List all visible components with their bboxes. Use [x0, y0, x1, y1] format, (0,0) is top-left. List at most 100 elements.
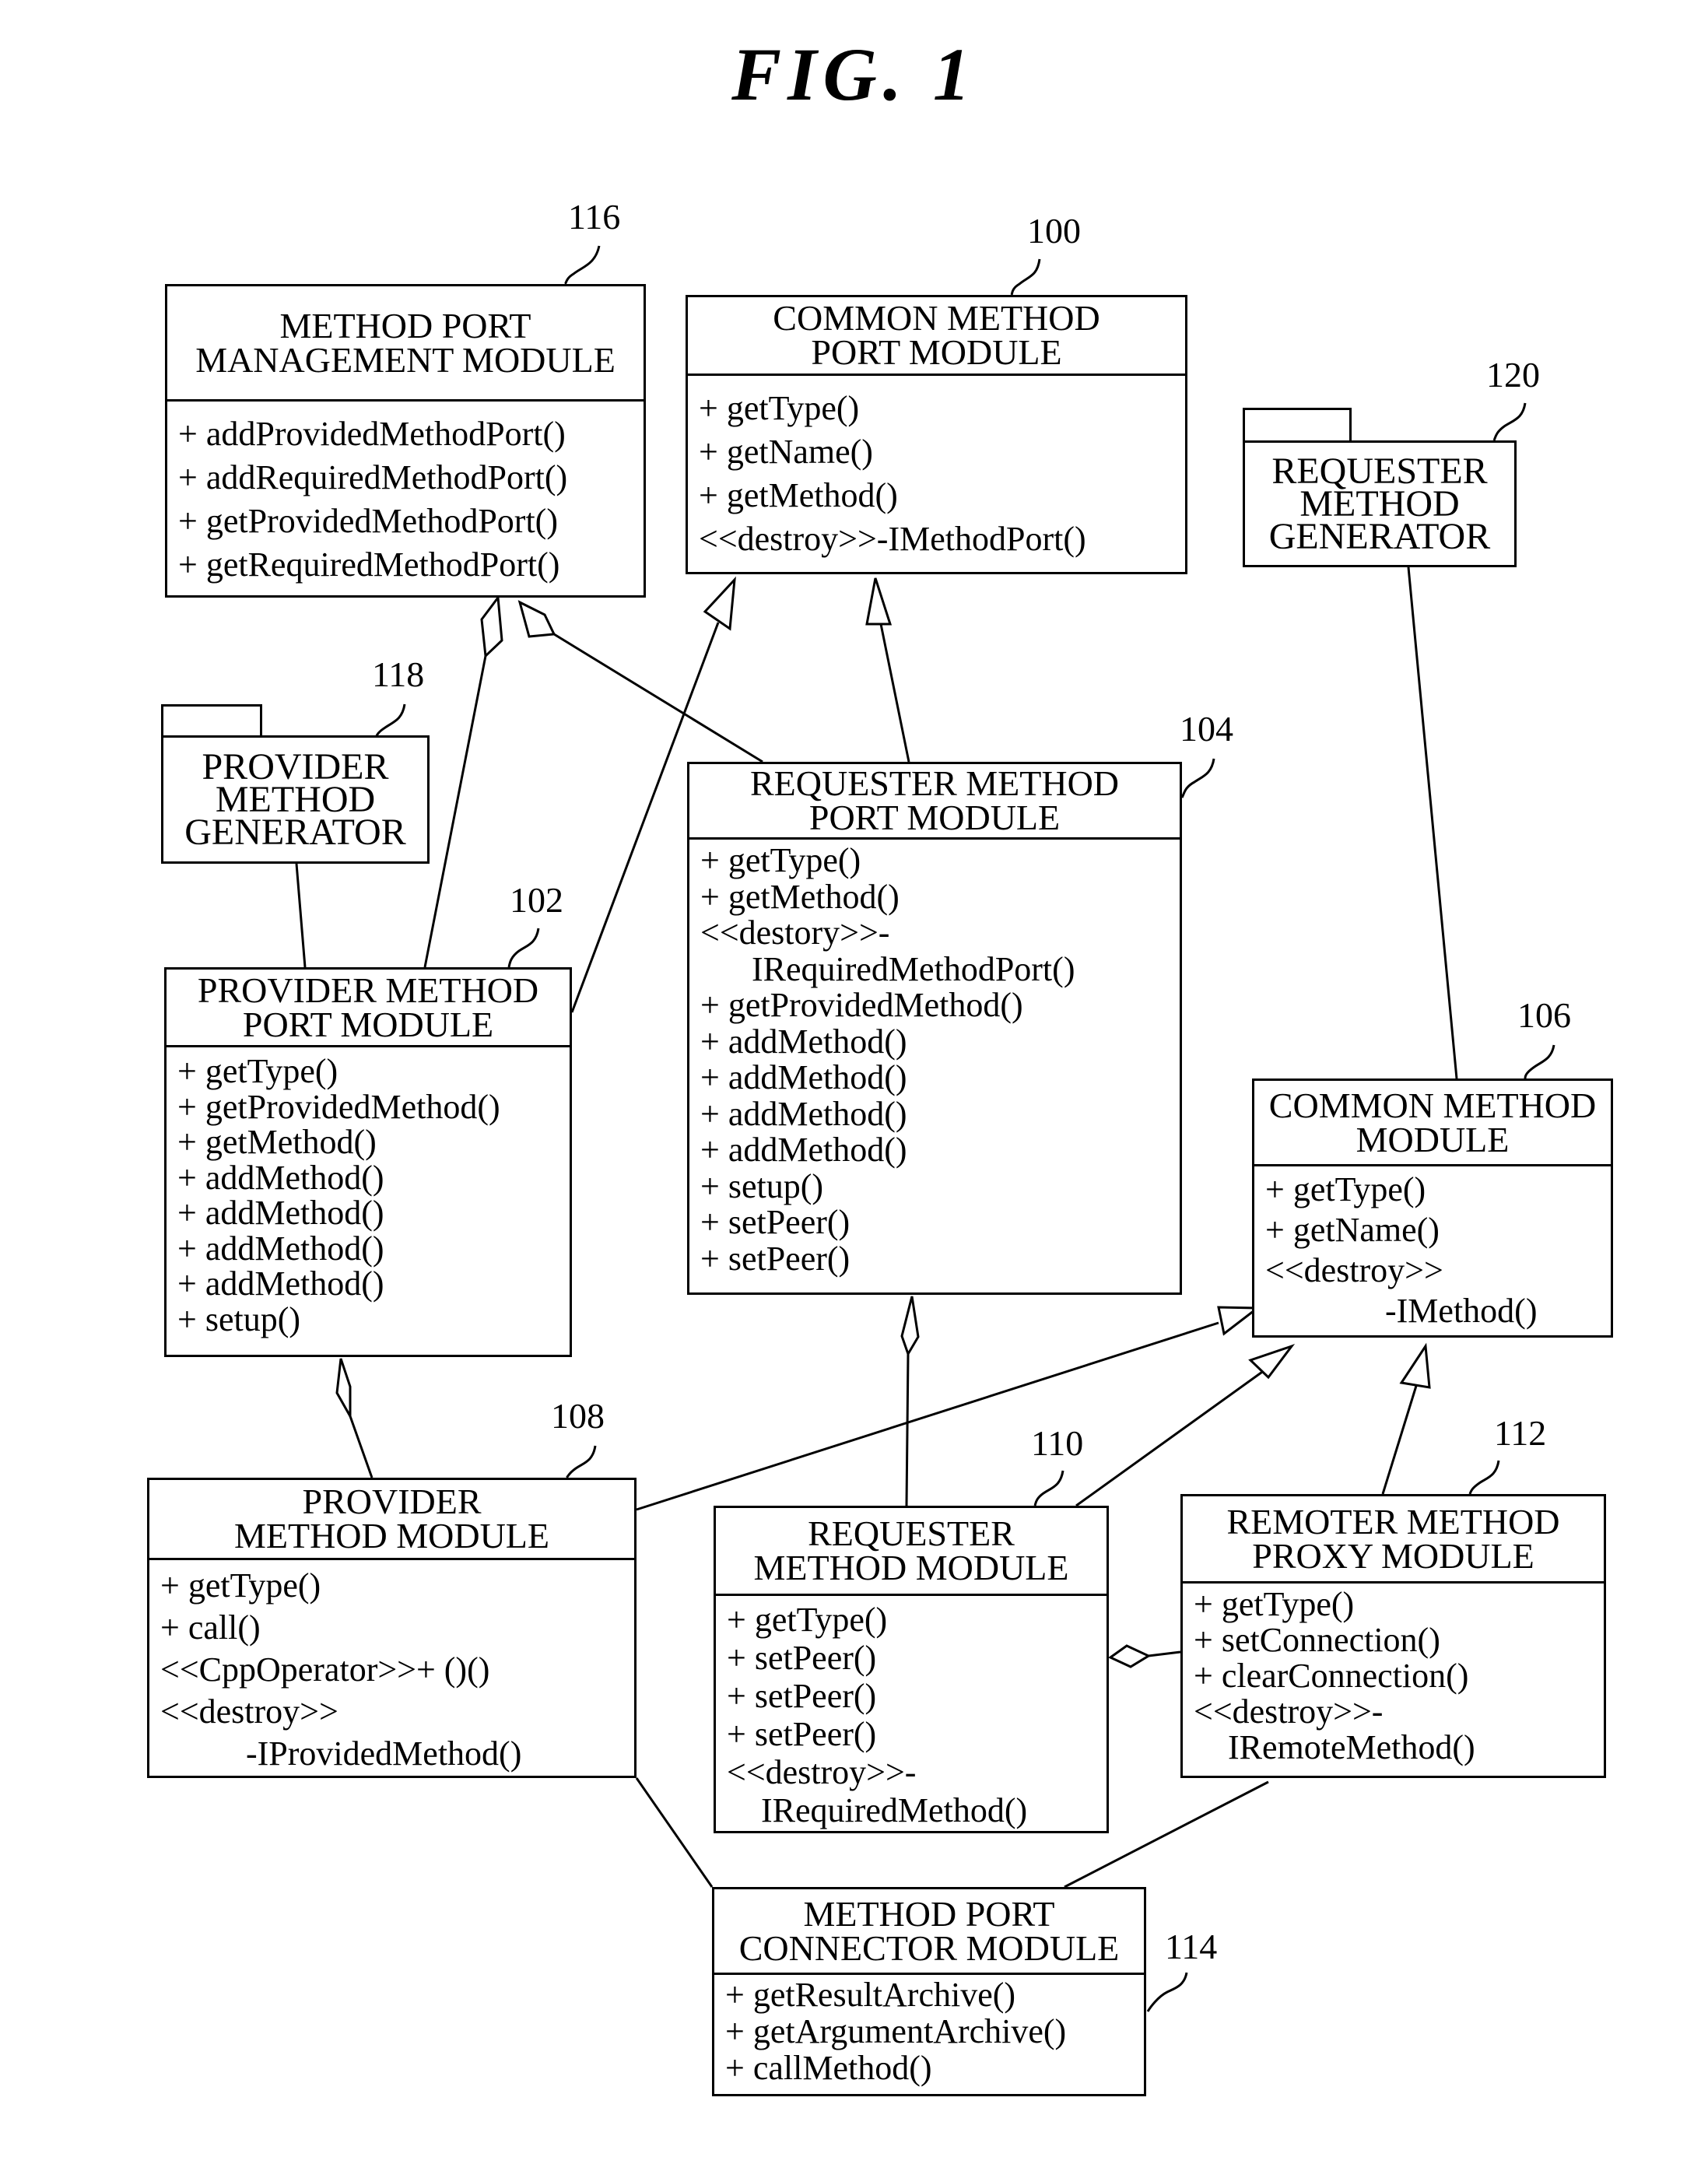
aggregation-diamond-icon [1108, 1644, 1152, 1668]
operation: + getType() [160, 1566, 321, 1605]
module-102-provider-method-port: PROVIDER METHOD PORT MODULE + getType() … [164, 967, 572, 1357]
leader-108 [566, 1445, 597, 1479]
edge-110-to-104 [905, 1353, 910, 1506]
leader-116 [563, 245, 601, 286]
generalization-arrow-icon [865, 577, 893, 626]
package-120-requester-method-generator: REQUESTER METHOD GENERATOR [1243, 440, 1517, 567]
ref-104: 104 [1180, 709, 1233, 749]
module-title: METHOD MODULE [753, 1548, 1069, 1587]
module-title: REQUESTER METHOD [749, 763, 1120, 803]
leader-100 [1010, 258, 1041, 296]
operation: IRequiredMethodPort() [700, 949, 1075, 988]
package-title: GENERATOR [184, 811, 406, 853]
operation: + setPeer() [727, 1715, 877, 1753]
aggregation-diamond-icon [335, 1358, 352, 1421]
operation: + clearConnection() [1194, 1657, 1469, 1695]
ref-114: 114 [1165, 1927, 1218, 1966]
generalization-arrow-icon [703, 576, 736, 631]
package-118-provider-method-generator: PROVIDER METHOD GENERATOR [161, 735, 430, 864]
edge-112-to-110 [1148, 1650, 1181, 1657]
module-114-method-port-connector: METHOD PORT CONNECTOR MODULE + getResult… [712, 1887, 1146, 2096]
operation: <<destory>>- [700, 914, 890, 952]
operation: <<destroy>>- [727, 1753, 917, 1791]
leader-114 [1146, 1972, 1188, 2012]
ref-110: 110 [1031, 1423, 1084, 1463]
ref-112: 112 [1494, 1413, 1547, 1453]
operation: <<destroy>> [160, 1692, 338, 1731]
operation: + call() [160, 1608, 261, 1647]
operation: + addMethod() [177, 1229, 384, 1268]
module-title: PORT MODULE [242, 1004, 494, 1044]
edge-104-to-116 [553, 633, 763, 763]
operation: + addMethod() [700, 1022, 907, 1061]
module-title: REQUESTER [808, 1513, 1015, 1553]
module-title: PORT MODULE [811, 332, 1062, 372]
module-title: METHOD PORT [279, 305, 531, 345]
operation: + addMethod() [700, 1131, 907, 1169]
operation: + setup() [177, 1299, 300, 1338]
operation: + addMethod() [700, 1094, 907, 1133]
edge-110-to-106 [1075, 1369, 1265, 1507]
module-title: CONNECTOR MODULE [738, 1927, 1120, 1968]
operation: + getProvidedMethod() [177, 1087, 500, 1126]
module-106-common-method: COMMON METHOD MODULE + getType() + getNa… [1252, 1078, 1613, 1338]
module-title: METHOD MODULE [233, 1516, 549, 1555]
leader-118 [374, 703, 406, 740]
module-104-requester-method-port: REQUESTER METHOD PORT MODULE + getType()… [687, 762, 1182, 1295]
operation: + addMethod() [700, 1058, 907, 1096]
operation: + setPeer() [727, 1639, 877, 1677]
ref-102: 102 [510, 880, 563, 920]
module-title: COMMON METHOD [773, 298, 1100, 338]
edge-108-to-114 [635, 1777, 714, 1888]
leader-110 [1033, 1470, 1064, 1506]
operation: + addProvidedMethodPort() [178, 415, 566, 453]
leader-106 [1524, 1044, 1555, 1079]
ref-120: 120 [1486, 355, 1540, 395]
operation: IRequiredMethod() [727, 1791, 1028, 1829]
generalization-arrow-icon [1399, 1342, 1431, 1389]
module-title: REMOTER METHOD [1226, 1501, 1560, 1541]
operation: + getMethod() [177, 1123, 377, 1161]
leader-120 [1492, 402, 1527, 441]
operation: <<CppOperator>>+ ()() [160, 1650, 490, 1689]
module-title: COMMON METHOD [1268, 1085, 1597, 1125]
operation: + setPeer() [700, 1203, 850, 1241]
operation: + getType() [177, 1052, 338, 1090]
operation: + setConnection() [1194, 1621, 1440, 1659]
operation: + getName() [1265, 1211, 1440, 1249]
aggregation-diamond-icon [480, 594, 503, 659]
edge-112-to-106 [1381, 1385, 1418, 1495]
module-112-remoter-method-proxy: REMOTER METHOD PROXY MODULE + getType() … [1180, 1494, 1606, 1778]
operation: + getType() [1194, 1585, 1355, 1623]
package-tab [1243, 408, 1352, 443]
operation: + getMethod() [699, 476, 898, 514]
operation: + getType() [699, 389, 860, 427]
edge-108-to-106 [636, 1321, 1219, 1511]
edge-104-to-100 [879, 623, 910, 763]
operation: + getRequiredMethodPort() [178, 545, 560, 584]
operation: + addMethod() [177, 1158, 384, 1197]
module-title: METHOD PORT [803, 1893, 1055, 1934]
operation: + getType() [700, 841, 861, 879]
ref-116: 116 [568, 197, 621, 237]
operation: <<destroy>>-IMethodPort() [699, 520, 1086, 558]
ref-106: 106 [1517, 995, 1571, 1035]
ref-108: 108 [551, 1396, 605, 1436]
edge-108-to-102 [349, 1415, 374, 1478]
module-title: PROXY MODULE [1252, 1535, 1534, 1576]
module-100-common-method-port: COMMON METHOD PORT MODULE + getType() + … [686, 295, 1187, 574]
operation: + addRequiredMethodPort() [178, 458, 568, 496]
operation: + addMethod() [177, 1264, 384, 1303]
operation: + callMethod() [725, 2049, 932, 2087]
operation: -IMethod() [1265, 1292, 1538, 1330]
operation: + addMethod() [177, 1194, 384, 1232]
module-title: PROVIDER [302, 1482, 482, 1521]
ref-100: 100 [1027, 211, 1081, 251]
operation: <<destroy>> [1265, 1251, 1443, 1289]
operation: + getArgumentArchive() [725, 2012, 1067, 2050]
package-tab [161, 704, 262, 738]
leader-104 [1180, 758, 1215, 798]
leader-102 [507, 928, 540, 968]
module-title: MANAGEMENT MODULE [195, 339, 616, 380]
operation: IRemoteMethod() [1194, 1728, 1475, 1766]
